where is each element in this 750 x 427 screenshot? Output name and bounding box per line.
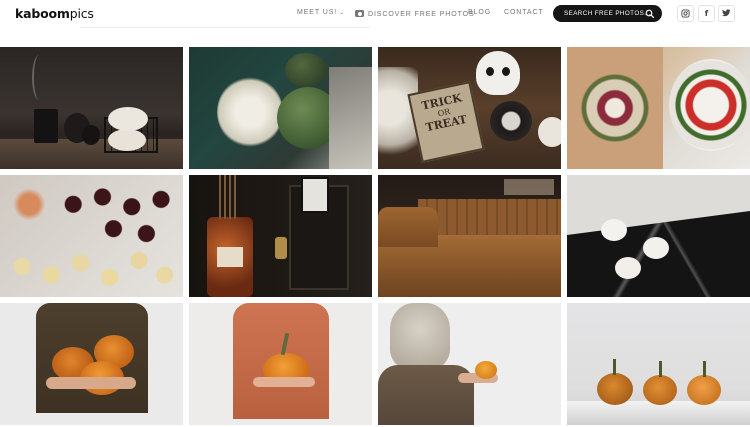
- facebook-button[interactable]: f: [698, 5, 715, 22]
- header-divider: [80, 27, 370, 28]
- charcuterie-board: [567, 47, 663, 169]
- photo-wine-bottle-cabinet[interactable]: [189, 175, 372, 297]
- caprese-plate: [669, 59, 750, 151]
- black-pumpkin-small: [82, 125, 100, 145]
- picture-frame: [301, 177, 329, 213]
- nav-blog[interactable]: BLOG: [468, 9, 491, 16]
- bottle-label: [217, 247, 243, 267]
- photo-brown-velvet-sofa[interactable]: [378, 175, 561, 297]
- skull-eye: [486, 67, 494, 76]
- photo-white-pumpkins-marble[interactable]: [567, 175, 750, 297]
- nav-discover-free-photos[interactable]: DISCOVER FREE PHOTOS: [355, 9, 475, 18]
- photo-woman-with-small-pumpkin[interactable]: [378, 303, 561, 425]
- white-flowers: [217, 77, 283, 147]
- chevron-down-icon: ⌄: [339, 10, 346, 16]
- instagram-icon: [681, 9, 690, 18]
- trick-or-treat-sign: TRICK OR TREAT: [407, 81, 485, 163]
- photo-woman-holding-two-pumpkins[interactable]: [0, 303, 183, 425]
- twitter-button[interactable]: [718, 5, 735, 22]
- white-pumpkin-top: [108, 107, 148, 131]
- facebook-icon: f: [704, 9, 709, 18]
- search-button[interactable]: SEARCH FREE PHOTOS...: [553, 5, 662, 22]
- site-header: kaboompics MEET US! ⌄ DISCOVER FREE PHOTO…: [0, 0, 750, 28]
- twitter-icon: [722, 9, 731, 17]
- blonde-hair: [390, 303, 450, 369]
- photo-three-pumpkins-shelf[interactable]: [567, 303, 750, 425]
- skull-plate: [490, 101, 532, 141]
- photo-green-pumpkins-flowers[interactable]: [189, 47, 372, 169]
- smoke-wisp: [32, 55, 46, 100]
- nav-meet-us-label: MEET US!: [297, 9, 338, 16]
- camera-icon: [355, 10, 364, 17]
- photo-charcuterie-caprese[interactable]: [567, 47, 750, 169]
- fabric-texture: [329, 67, 372, 169]
- logo-part1: kaboom: [15, 6, 70, 21]
- orange-pumpkin: [597, 373, 633, 405]
- hands: [46, 377, 136, 389]
- diffuser-reeds: [219, 175, 239, 219]
- orange-pumpkin: [687, 375, 721, 405]
- brass-handle: [275, 237, 287, 259]
- pumpkin-stem: [613, 359, 616, 375]
- site-logo[interactable]: kaboompics: [15, 6, 94, 21]
- logo-part2: pics: [69, 6, 94, 21]
- nav-meet-us[interactable]: MEET US! ⌄: [297, 9, 345, 16]
- photo-dark-pumpkins-candle[interactable]: [0, 47, 183, 169]
- pumpkin-stem: [659, 361, 662, 377]
- sofa-arm: [378, 207, 438, 247]
- candle-holder: [34, 109, 58, 143]
- photo-trick-or-treat-skull[interactable]: TRICK OR TREAT: [378, 47, 561, 169]
- white-pumpkin: [108, 129, 146, 151]
- white-skull: [476, 51, 520, 95]
- pumpkin-stem: [703, 361, 706, 377]
- skull-eye: [502, 67, 510, 76]
- instagram-button[interactable]: [677, 5, 694, 22]
- hands: [253, 377, 315, 387]
- white-pumpkin: [615, 257, 641, 279]
- photo-woman-holding-one-pumpkin[interactable]: [189, 303, 372, 425]
- nav-discover-label: DISCOVER FREE PHOTOS: [368, 11, 475, 18]
- white-pumpkin: [643, 237, 669, 259]
- dessert-glasses: [0, 175, 183, 297]
- green-pumpkin-small: [285, 53, 327, 87]
- search-icon: [645, 9, 655, 19]
- small-orange-pumpkin: [475, 361, 497, 379]
- search-label: SEARCH FREE PHOTOS...: [564, 10, 651, 17]
- nav-contact[interactable]: CONTACT: [504, 9, 544, 16]
- window-light: [504, 179, 554, 195]
- photo-wine-and-desserts[interactable]: [0, 175, 183, 297]
- orange-pumpkin: [643, 375, 677, 405]
- white-pumpkin: [601, 219, 627, 241]
- white-pumpkin: [538, 117, 561, 147]
